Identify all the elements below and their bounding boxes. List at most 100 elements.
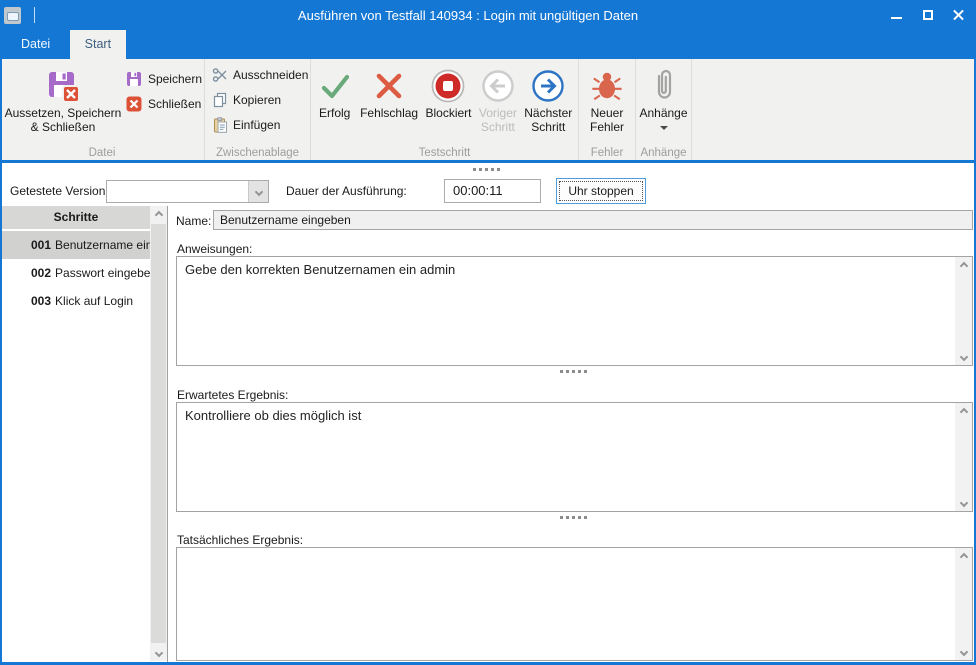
kopieren-button[interactable]: Kopieren [211,87,310,112]
success-check-icon [317,66,353,106]
window-border-left [0,30,2,665]
step-label: Klick auf Login [55,294,133,308]
bug-icon [590,66,624,106]
chevron-down-icon [959,647,967,655]
einfuegen-label: Einfügen [233,118,280,132]
aussetzen-label-line2: & Schließen [31,120,96,134]
ausschneiden-label: Ausschneiden [233,68,308,82]
ribbon-tab-row: Datei Start [0,30,976,59]
anhaenge-label: Anhänge [639,106,687,120]
steps-panel: Schritte 001 Benutzername eingeben 002Pas… [2,206,168,662]
minimize-button[interactable] [881,0,912,30]
scissors-icon [211,66,228,83]
erfolg-label: Erfolg [319,106,350,120]
scroll-up-button[interactable] [955,403,972,420]
speichern-button[interactable]: Speichern [126,66,202,91]
close-button[interactable] [943,0,974,30]
tab-start[interactable]: Start [70,30,126,59]
copy-icon [211,91,228,108]
neuer-fehler-label-line1: Neuer [591,106,624,120]
scroll-down-button[interactable] [955,494,972,511]
aussetzen-label-line1: Aussetzen, Speichern [5,106,122,120]
einfuegen-button[interactable]: Einfügen [211,112,310,137]
ribbon-group-anhaenge: Anhänge Anhänge [636,59,692,160]
scroll-down-button[interactable] [955,348,972,365]
ribbon: Aussetzen, Speichern & Schließen Speiche [0,59,976,163]
anweisungen-text: Gebe den korrekten Benutzernamen ein adm… [177,257,955,365]
scroll-down-button[interactable] [150,644,167,661]
version-combobox-value [107,181,248,202]
save-icon [126,70,143,87]
scroll-up-button[interactable] [150,206,167,223]
scroll-up-button[interactable] [955,257,972,274]
steps-scrollbar[interactable] [150,206,167,661]
step-number: 001 [31,238,51,252]
fail-x-icon [372,66,406,106]
window-title: Ausführen von Testfall 140934 : Login mi… [60,8,876,23]
fehlschlag-button[interactable]: Fehlschlag [360,62,418,142]
steps-list: 001 Benutzername eingeben 002Passwort ein… [2,231,150,315]
scroll-down-button[interactable] [955,643,972,660]
stop-clock-label: Uhr stoppen [568,184,633,198]
group-caption-anhaenge: Anhänge [636,147,691,159]
chevron-up-icon [154,210,162,218]
stop-clock-button[interactable]: Uhr stoppen [556,178,646,204]
kopieren-label: Kopieren [233,93,281,107]
horizontal-splitter-grip-top[interactable] [473,168,500,171]
previous-step-icon [480,66,516,106]
erwartetes-ergebnis-textarea[interactable]: Kontrolliere ob dies möglich ist [176,402,973,512]
steps-header: Schritte [2,206,150,229]
name-field[interactable]: Benutzername eingeben [213,210,973,230]
step-label: Benutzername eingeben [55,238,150,252]
horizontal-splitter-grip-1[interactable] [560,370,587,373]
chevron-down-icon [959,352,967,360]
tatsaechliches-scrollbar[interactable] [955,548,972,660]
step-row-003[interactable]: 003 Klick auf Login [2,287,150,315]
horizontal-splitter-grip-2[interactable] [560,516,587,519]
blockiert-label: Blockiert [425,106,471,120]
anhaenge-button[interactable]: Anhänge [636,62,691,142]
voriger-schritt-button[interactable]: Voriger Schritt [479,62,517,142]
maximize-button[interactable] [912,0,943,30]
schliessen-label: Schließen [148,97,201,111]
anweisungen-scrollbar[interactable] [955,257,972,365]
tab-datei[interactable]: Datei [6,30,65,59]
close-icon [952,9,965,22]
group-caption-zwischenablage: Zwischenablage [205,147,310,159]
version-combobox[interactable] [106,180,269,203]
scroll-up-button[interactable] [955,548,972,565]
ribbon-group-datei: Aussetzen, Speichern & Schließen Speiche [0,59,205,160]
erfolg-button[interactable]: Erfolg [317,62,353,142]
version-dropdown-button[interactable] [248,181,268,202]
neuer-fehler-button[interactable]: Neuer Fehler [579,62,635,142]
datei-small-buttons: Speichern Schließen [126,62,202,160]
next-step-icon [530,66,566,106]
maximize-icon [923,10,933,20]
step-row-002[interactable]: 002Passwort eingeben [2,259,150,287]
ausschneiden-button[interactable]: Ausschneiden [211,62,310,87]
paperclip-icon [647,66,681,106]
scrollbar-thumb[interactable] [151,224,166,643]
anweisungen-textarea[interactable]: Gebe den korrekten Benutzernamen ein adm… [176,256,973,366]
window-controls [881,0,974,30]
step-row-001[interactable]: 001 Benutzername eingeben [2,231,150,259]
blockiert-button[interactable]: Blockiert [425,62,471,142]
app-icon[interactable] [4,7,21,24]
ribbon-empty-area [692,59,976,160]
titlebar: Ausführen von Testfall 140934 : Login mi… [0,0,976,30]
chevron-down-icon [959,498,967,506]
chevron-down-icon [154,648,162,656]
voriger-label-line1: Voriger [479,106,517,120]
ribbon-group-testschritt: Erfolg Fehlschlag Blocki [311,59,579,160]
group-caption-testschritt: Testschritt [311,147,578,159]
tatsaechliches-ergebnis-textarea[interactable] [176,547,973,661]
naechster-schritt-button[interactable]: Nächster Schritt [524,62,572,142]
aussetzen-speichern-schliessen-button[interactable]: Aussetzen, Speichern & Schließen [2,62,124,142]
test-run-window: Ausführen von Testfall 140934 : Login mi… [0,0,976,665]
erwartetes-scrollbar[interactable] [955,403,972,511]
schliessen-button[interactable]: Schließen [126,91,202,116]
duration-field[interactable]: 00:00:11 [444,179,541,203]
fehlschlag-label: Fehlschlag [360,106,418,120]
quick-access-separator [34,7,35,23]
step-number: 003 [31,294,51,308]
